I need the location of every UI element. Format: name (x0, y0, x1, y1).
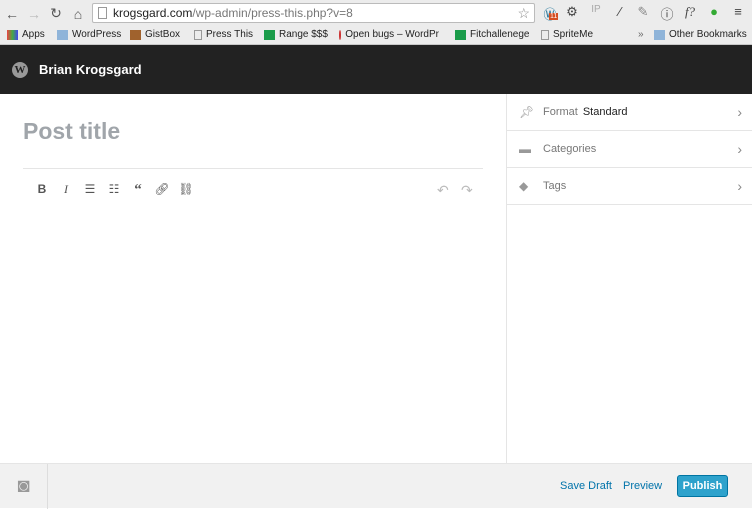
reload-icon[interactable]: ↻ (46, 5, 66, 22)
add-media-button[interactable]: ◙ (0, 464, 48, 509)
page-icon (98, 7, 107, 19)
gear-icon[interactable]: ⚙ (563, 4, 581, 20)
post-options-sidebar: 📌︎ Format Standard › ▬ Categories › ◆ Ta… (506, 94, 752, 463)
bookmark-star-icon[interactable]: ☆ (517, 4, 530, 22)
address-bar[interactable]: krogsgard.com/wp-admin/press-this.php?v=… (92, 3, 535, 23)
eyedropper-icon[interactable]: ⁄ (611, 4, 629, 19)
bookmark-fitchallenege[interactable]: Fitchallenege (455, 29, 529, 40)
pin-icon: 📌︎ (519, 105, 535, 119)
notes-extension-icon[interactable]: ✎ (634, 4, 652, 20)
tag-icon: ◆ (519, 179, 529, 193)
divider (23, 168, 483, 169)
publish-button[interactable]: Publish (677, 475, 728, 497)
categories-option[interactable]: ▬ Categories › (507, 131, 752, 168)
format-option[interactable]: 📌︎ Format Standard › (507, 94, 752, 131)
chevron-right-icon: › (737, 141, 742, 157)
footer-bar: ◙ Save Draft Preview Publish (0, 463, 752, 509)
forward-icon[interactable]: → (24, 6, 44, 22)
numbered-list-icon[interactable]: ☷ (102, 182, 126, 199)
site-header: W Brian Krogsgard (0, 45, 752, 94)
redo-icon[interactable]: ↷ (461, 182, 473, 199)
menu-icon[interactable]: ≡ (729, 4, 747, 19)
italic-icon[interactable]: I (54, 182, 78, 199)
undo-icon[interactable]: ↶ (437, 182, 449, 199)
bug-icon (339, 29, 342, 40)
bookmark-spriteme[interactable]: SpriteMe (541, 29, 593, 40)
bookmark-apps[interactable]: Apps (7, 29, 45, 40)
sheets-icon (455, 29, 466, 40)
camera-music-icon: ◙ (17, 475, 30, 497)
bookmark-wordpress[interactable]: WordPress (57, 29, 121, 40)
ip-extension-icon[interactable]: IP (587, 4, 605, 15)
home-icon[interactable]: ⌂ (68, 6, 88, 22)
bookmark-range[interactable]: Range $$$ (264, 29, 328, 40)
link-icon[interactable]: 🔗︎ (150, 182, 174, 199)
bullet-list-icon[interactable]: ☰ (78, 182, 102, 199)
back-icon[interactable]: ← (2, 6, 22, 22)
chevron-right-icon: › (737, 178, 742, 194)
bookmark-open-bugs[interactable]: Open bugs – WordPr (339, 29, 439, 40)
site-name[interactable]: Brian Krogsgard (39, 62, 142, 77)
browser-toolbar: ← → ↻ ⌂ krogsgard.com/wp-admin/press-thi… (0, 0, 752, 27)
post-title-input[interactable]: Post title (23, 118, 120, 145)
blockquote-icon[interactable]: “ (126, 182, 150, 199)
apps-grid-icon (7, 29, 18, 40)
info-icon[interactable]: ⓘ (658, 4, 676, 23)
preview-button[interactable]: Preview (623, 480, 662, 492)
sheets-icon (264, 29, 275, 40)
bookmark-gistbox[interactable]: GistBox (130, 29, 180, 40)
font-extension-icon[interactable]: f? (681, 4, 699, 20)
wordpress-logo-icon: W (12, 61, 28, 78)
chevron-right-icon: › (737, 104, 742, 120)
folder-icon: ▬ (519, 142, 531, 156)
bold-icon[interactable]: B (30, 182, 54, 199)
save-draft-button[interactable]: Save Draft (560, 480, 612, 492)
page-icon (541, 29, 549, 40)
hangouts-icon[interactable]: ● (705, 4, 723, 19)
bookmark-press-this[interactable]: Press This (194, 29, 253, 40)
unlink-icon[interactable]: ⛓︎ (174, 182, 198, 199)
wordpress-extension-icon[interactable]: Ⓦ11 (541, 4, 559, 23)
editor-area: Post title B I ☰ ☷ “ 🔗︎ ⛓︎ ↶ ↷ (0, 94, 507, 463)
bookmarks-overflow[interactable]: » (638, 29, 644, 40)
bookmarks-bar: Apps WordPress GistBox Press This Range … (0, 27, 752, 45)
gistbox-icon (130, 29, 141, 40)
editor-toolbar: B I ☰ ☷ “ 🔗︎ ⛓︎ (30, 182, 198, 199)
page-icon (194, 29, 202, 40)
bookmark-other[interactable]: Other Bookmarks (654, 29, 747, 40)
folder-icon (57, 29, 68, 40)
folder-icon (654, 29, 665, 40)
tags-option[interactable]: ◆ Tags › (507, 168, 752, 205)
